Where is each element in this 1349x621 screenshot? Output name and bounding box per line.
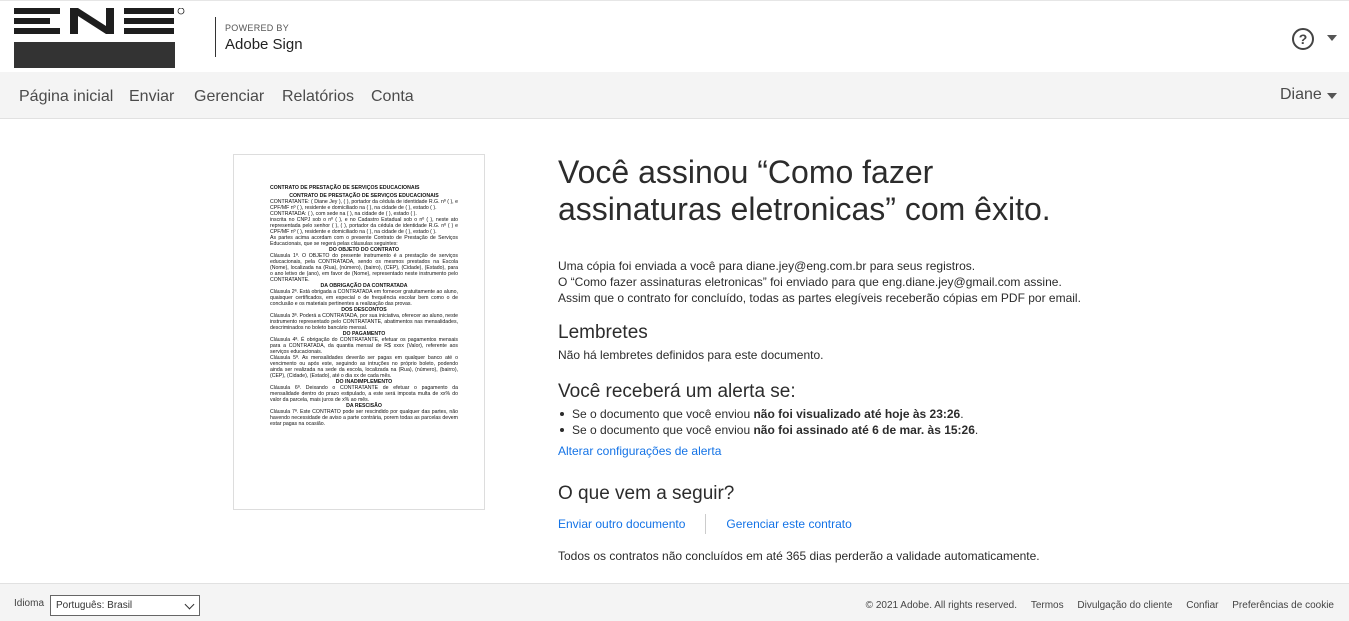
- document-text-line: inscrita no CNPJ sob o nº ( ), e no Cada…: [270, 217, 458, 235]
- chevron-down-icon: [184, 599, 195, 610]
- alert-settings-link[interactable]: Alterar configurações de alerta: [558, 444, 1258, 458]
- document-text-line: Cláusula 4ª. É obrigação do CONTRATANTE,…: [270, 337, 458, 355]
- document-text-line: Cláusula 1ª. O OBJETO do presente instru…: [270, 253, 458, 283]
- list-item: Se o documento que você enviou não foi a…: [558, 422, 1258, 438]
- nav-item-send[interactable]: Enviar: [129, 88, 174, 106]
- link-divider: [705, 514, 707, 534]
- send-another-document-link[interactable]: Enviar outro documento: [558, 517, 685, 531]
- document-text-line: CONTRATANTE: ( Diane Jey ), ( ), portado…: [270, 199, 458, 211]
- document-text-line: Cláusula 3ª. Poderá a CONTRATADA, por su…: [270, 313, 458, 331]
- document-text-line: As partes acima acordam com o presente C…: [270, 235, 458, 247]
- manage-agreement-link[interactable]: Gerenciar este contrato: [726, 517, 851, 531]
- powered-by-label: POWERED BY: [225, 23, 290, 33]
- next-heading: O que vem a seguir?: [558, 483, 735, 504]
- main-content: Você assinou “Como fazer assinaturas ele…: [558, 154, 1258, 564]
- document-text-line: Cláusula 2ª. Está obrigada a CONTRATADA …: [270, 289, 458, 307]
- footer: Idioma Português: Brasil © 2021 Adobe. A…: [0, 583, 1349, 621]
- nav-item-home[interactable]: Página inicial: [19, 88, 113, 106]
- footer-links: © 2021 Adobe. All rights reserved. Termo…: [866, 600, 1334, 611]
- adobe-sign-label: Adobe Sign: [225, 36, 303, 53]
- footer-link-trust[interactable]: Confiar: [1186, 600, 1218, 611]
- info-sent-for-signature: O “Como fazer assinaturas eletronicas” f…: [558, 275, 1062, 289]
- reminders-heading: Lembretes: [558, 322, 648, 343]
- top-header: POWERED BY Adobe Sign ?: [0, 0, 1349, 72]
- list-item: Se o documento que você enviou não foi v…: [558, 406, 1258, 422]
- language-select[interactable]: Português: Brasil: [50, 595, 200, 616]
- info-copy-sent: Uma cópia foi enviada a você para diane.…: [558, 259, 976, 273]
- alert-list: Se o documento que você enviou não foi v…: [558, 406, 1258, 438]
- document-text-line: Cláusula 7ª. Este CONTRATO pode ser resc…: [270, 409, 458, 427]
- footer-link-cookie-preferences[interactable]: Preferências de cookie: [1232, 600, 1334, 611]
- footer-link-terms[interactable]: Termos: [1031, 600, 1064, 611]
- reminders-text: Não há lembretes definidos para este doc…: [558, 348, 824, 362]
- document-text-line: Cláusula 6ª. Deixando o CONTRATANTE de e…: [270, 385, 458, 403]
- document-text-line: CONTRATO DE PRESTAÇÃO DE SERVIÇOS EDUCAC…: [270, 185, 420, 191]
- chevron-down-icon[interactable]: [1327, 35, 1337, 41]
- page-title: Você assinou “Como fazer assinaturas ele…: [558, 154, 1051, 227]
- language-value: Português: Brasil: [56, 600, 133, 611]
- user-menu[interactable]: Diane: [1280, 86, 1322, 104]
- header-divider: [215, 17, 216, 57]
- copyright: © 2021 Adobe. All rights reserved.: [865, 600, 1018, 611]
- language-label: Idioma: [14, 598, 45, 609]
- document-text-line: Cláusula 5ª. As mensalidades deverão ser…: [270, 355, 458, 379]
- nav-item-account[interactable]: Conta: [371, 88, 414, 106]
- info-pdf-copies: Assim que o contrato for concluído, toda…: [558, 291, 1081, 305]
- nav-item-manage[interactable]: Gerenciar: [194, 88, 264, 106]
- footer-link-disclosure[interactable]: Divulgação do cliente: [1077, 600, 1172, 611]
- main-nav: Página inicial Enviar Gerenciar Relatóri…: [0, 72, 1349, 119]
- alert-heading: Você receberá um alerta se:: [558, 381, 796, 402]
- eng-logo[interactable]: [14, 8, 186, 68]
- nav-item-reports[interactable]: Relatórios: [282, 88, 354, 106]
- expiry-note: Todos os contratos não concluídos em até…: [558, 549, 1040, 563]
- document-thumbnail[interactable]: CONTRATO DE PRESTAÇÃO DE SERVIÇOS EDUCAC…: [233, 154, 485, 510]
- chevron-down-icon[interactable]: [1327, 93, 1337, 99]
- help-icon[interactable]: ?: [1292, 28, 1314, 50]
